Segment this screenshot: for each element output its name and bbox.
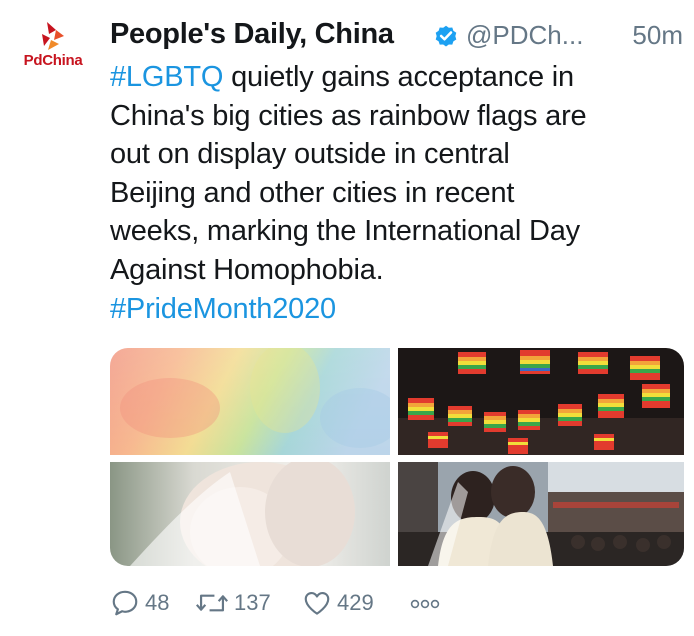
wedding-couple-street-image[interactable] xyxy=(398,462,684,566)
reply-count: 48 xyxy=(145,590,170,615)
display-name[interactable]: People's Daily, China xyxy=(110,18,394,51)
rainbow-flags-string-image[interactable] xyxy=(398,348,684,455)
like-button[interactable]: 429 xyxy=(302,585,374,621)
retweet-icon xyxy=(195,594,229,612)
media-grid xyxy=(110,348,684,566)
rainbow-watercolor-image[interactable] xyxy=(110,348,390,455)
reply-button[interactable]: 48 xyxy=(110,585,169,621)
tweet-line: out on display outside in central xyxy=(110,138,510,171)
avatar-label: PdChina xyxy=(23,52,83,69)
retweet-count: 137 xyxy=(234,590,271,615)
tweet-line-text: quietly gains acceptance in xyxy=(223,61,574,93)
timestamp[interactable]: 50m xyxy=(632,20,683,51)
pdchina-logo-icon xyxy=(42,22,64,50)
hashtag-pridemonth-link[interactable]: #PrideMonth2020 xyxy=(110,293,336,325)
retweet-button[interactable]: 137 xyxy=(195,585,271,621)
tweet-text: #LGBTQ quietly gains acceptance in China… xyxy=(110,58,685,328)
tweet-line: China's big cities as rainbow flags are xyxy=(110,99,587,132)
heart-icon xyxy=(304,591,330,615)
hashtag-lgbtq-link[interactable]: #LGBTQ xyxy=(110,61,223,93)
tweet-line: weeks, marking the International Day xyxy=(110,215,580,248)
tweet-line: Against Homophobia. xyxy=(110,253,384,286)
reply-icon xyxy=(112,590,138,616)
handle[interactable]: @PDCh... xyxy=(466,20,583,51)
ellipsis-icon xyxy=(410,599,440,609)
verified-badge-icon xyxy=(435,25,457,47)
tweet-header: People's Daily, China @PDCh... 50m xyxy=(110,16,685,56)
like-count: 429 xyxy=(337,590,374,615)
tweet-line: Beijing and other cities in recent xyxy=(110,176,515,209)
avatar[interactable]: PdChina xyxy=(18,20,88,76)
brides-embrace-image[interactable] xyxy=(110,462,390,566)
more-button[interactable] xyxy=(408,585,442,621)
tweet-actions: 48 137 429 xyxy=(110,585,685,621)
tweet-line: #LGBTQ quietly gains acceptance in xyxy=(110,58,685,97)
